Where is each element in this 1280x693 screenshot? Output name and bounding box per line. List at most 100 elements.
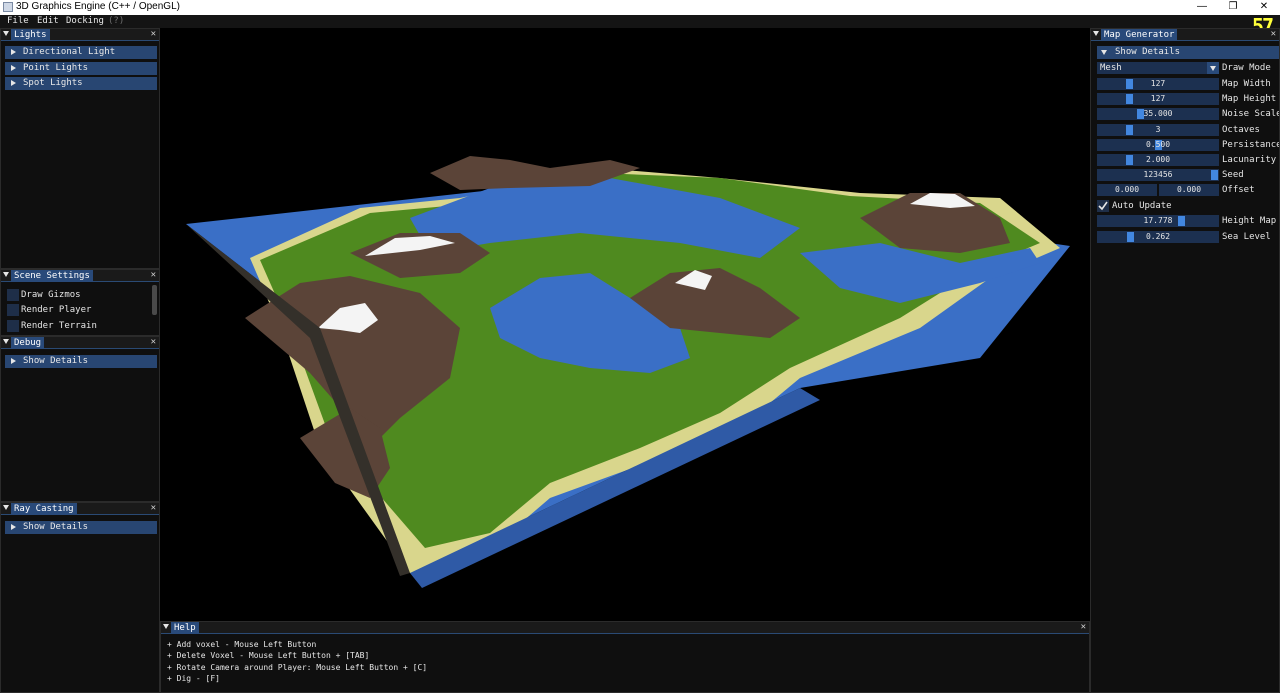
lacunarity-label: Lacunarity: [1222, 155, 1277, 165]
header-label: Directional Light: [23, 47, 116, 57]
help-line-add-voxel: + Add voxel - Mouse Left Button: [167, 640, 317, 649]
lights-panel: Lights ✕ Directional Light Point Lights …: [0, 28, 160, 269]
lights-spot-header[interactable]: Spot Lights: [5, 77, 157, 90]
close-window-button[interactable]: ✕: [1249, 0, 1279, 15]
collapse-icon[interactable]: [3, 272, 9, 277]
expand-arrow-icon: [11, 524, 16, 530]
tab-map-generator[interactable]: Map Generator: [1101, 29, 1178, 41]
help-tabbar: Help ✕: [161, 622, 1089, 634]
draw-mode-select[interactable]: Mesh: [1097, 62, 1219, 74]
sea-level-label: Sea Level: [1222, 232, 1271, 242]
offset-y-input[interactable]: 0.000: [1159, 184, 1219, 196]
tab-ray-casting[interactable]: Ray Casting: [11, 503, 77, 515]
lights-point-header[interactable]: Point Lights: [5, 62, 157, 75]
ray-casting-show-details-header[interactable]: Show Details: [5, 521, 157, 534]
auto-update-checkbox[interactable]: [1097, 200, 1109, 212]
window-titlebar: 3D Graphics Engine (C++ / OpenGL) — ❐ ✕: [0, 0, 1280, 15]
render-player-checkbox[interactable]: [7, 304, 19, 316]
height-map-label: Height Map M: [1222, 216, 1279, 226]
restore-button[interactable]: ❐: [1218, 0, 1248, 15]
octaves-slider[interactable]: 3: [1097, 124, 1219, 136]
menu-docking[interactable]: Docking: [66, 16, 104, 26]
tab-help[interactable]: Help: [171, 622, 199, 634]
close-icon[interactable]: ✕: [1271, 29, 1276, 40]
auto-update-label: Auto Update: [1112, 201, 1172, 211]
draw-mode-label: Draw Mode: [1222, 63, 1271, 73]
debug-tabbar: Debug ✕: [1, 337, 159, 349]
lacunarity-value: 2.000: [1145, 155, 1171, 164]
render-player-label: Render Player: [21, 305, 92, 315]
app-icon: [3, 2, 13, 12]
seed-label: Seed: [1222, 170, 1244, 180]
offset-y-value: 0.000: [1176, 185, 1202, 194]
minimize-button[interactable]: —: [1187, 0, 1217, 15]
close-icon[interactable]: ✕: [151, 29, 156, 40]
map-width-label: Map Width: [1222, 79, 1271, 89]
menu-file[interactable]: File: [7, 16, 29, 26]
offset-x-input[interactable]: 0.000: [1097, 184, 1157, 196]
debug-show-details-header[interactable]: Show Details: [5, 355, 157, 368]
noise-scale-slider[interactable]: 35.000: [1097, 108, 1219, 120]
height-map-slider[interactable]: 17.778: [1097, 215, 1219, 227]
header-label: Point Lights: [23, 63, 89, 73]
close-icon[interactable]: ✕: [151, 337, 156, 348]
persistance-slider[interactable]: 0.500: [1097, 139, 1219, 151]
collapse-icon[interactable]: [1093, 31, 1099, 36]
scene-settings-scrollbar[interactable]: [152, 285, 157, 315]
tab-lights[interactable]: Lights: [11, 29, 50, 41]
render-terrain-checkbox[interactable]: [7, 320, 19, 332]
map-height-value: 127: [1150, 94, 1166, 103]
map-width-value: 127: [1150, 79, 1166, 88]
map-generator-tabbar: Map Generator ✕: [1091, 29, 1279, 41]
lacunarity-slider[interactable]: 2.000: [1097, 154, 1219, 166]
lights-directional-header[interactable]: Directional Light: [5, 46, 157, 59]
collapse-arrow-icon: [1101, 50, 1107, 55]
expand-arrow-icon: [11, 65, 16, 71]
octaves-value: 3: [1155, 125, 1161, 134]
render-terrain-label: Render Terrain: [21, 321, 97, 331]
menu-bar: File Edit Docking (?): [0, 15, 1280, 28]
collapse-icon[interactable]: [3, 339, 9, 344]
scene-settings-panel: Scene Settings ✕ Draw Gizmos Render Play…: [0, 269, 160, 336]
noise-scale-label: Noise Scale: [1222, 109, 1280, 119]
scene-settings-tabbar: Scene Settings ✕: [1, 270, 159, 282]
seed-value: 123456: [1143, 170, 1173, 179]
header-label: Show Details: [1115, 47, 1181, 57]
close-icon[interactable]: ✕: [1081, 622, 1086, 633]
collapse-icon[interactable]: [3, 505, 9, 510]
map-generator-panel: Map Generator ✕ Show Details Mesh Draw M…: [1090, 28, 1280, 693]
map-height-slider[interactable]: 127: [1097, 93, 1219, 105]
collapse-icon[interactable]: [3, 31, 9, 36]
help-panel: Help ✕ + Add voxel - Mouse Left Button +…: [160, 621, 1090, 693]
height-map-value: 17.778: [1143, 216, 1173, 225]
debug-panel: Debug ✕ Show Details: [0, 336, 160, 502]
expand-arrow-icon: [11, 80, 16, 86]
help-line-rotate-camera: + Rotate Camera around Player: Mouse Lef…: [167, 663, 428, 672]
tab-debug[interactable]: Debug: [11, 337, 45, 349]
expand-arrow-icon: [11, 49, 16, 55]
seed-input[interactable]: 123456: [1097, 169, 1219, 181]
expand-arrow-icon: [11, 358, 16, 364]
octaves-label: Octaves: [1222, 125, 1260, 135]
help-line-dig: + Dig - [F]: [167, 674, 220, 683]
collapse-icon[interactable]: [163, 624, 169, 629]
sea-level-value: 0.262: [1145, 232, 1171, 241]
menu-help[interactable]: (?): [108, 16, 124, 26]
help-line-delete-voxel: + Delete Voxel - Mouse Left Button + [TA…: [167, 651, 370, 660]
3d-viewport[interactable]: [160, 28, 1090, 620]
persistance-label: Persistance: [1222, 140, 1280, 150]
menu-edit[interactable]: Edit: [37, 16, 59, 26]
close-icon[interactable]: ✕: [151, 270, 156, 281]
header-label: Show Details: [23, 356, 89, 366]
lights-tabbar: Lights ✕: [1, 29, 159, 41]
dropdown-icon[interactable]: [1207, 62, 1219, 74]
tab-scene-settings[interactable]: Scene Settings: [11, 270, 93, 282]
persistance-value: 0.500: [1145, 140, 1171, 149]
checkmark-icon: [1098, 201, 1108, 211]
close-icon[interactable]: ✕: [151, 503, 156, 514]
map-width-slider[interactable]: 127: [1097, 78, 1219, 90]
draw-gizmos-checkbox[interactable]: [7, 289, 19, 301]
map-show-details-header[interactable]: Show Details: [1097, 46, 1279, 59]
draw-mode-value: Mesh: [1100, 63, 1122, 73]
sea-level-slider[interactable]: 0.262: [1097, 231, 1219, 243]
